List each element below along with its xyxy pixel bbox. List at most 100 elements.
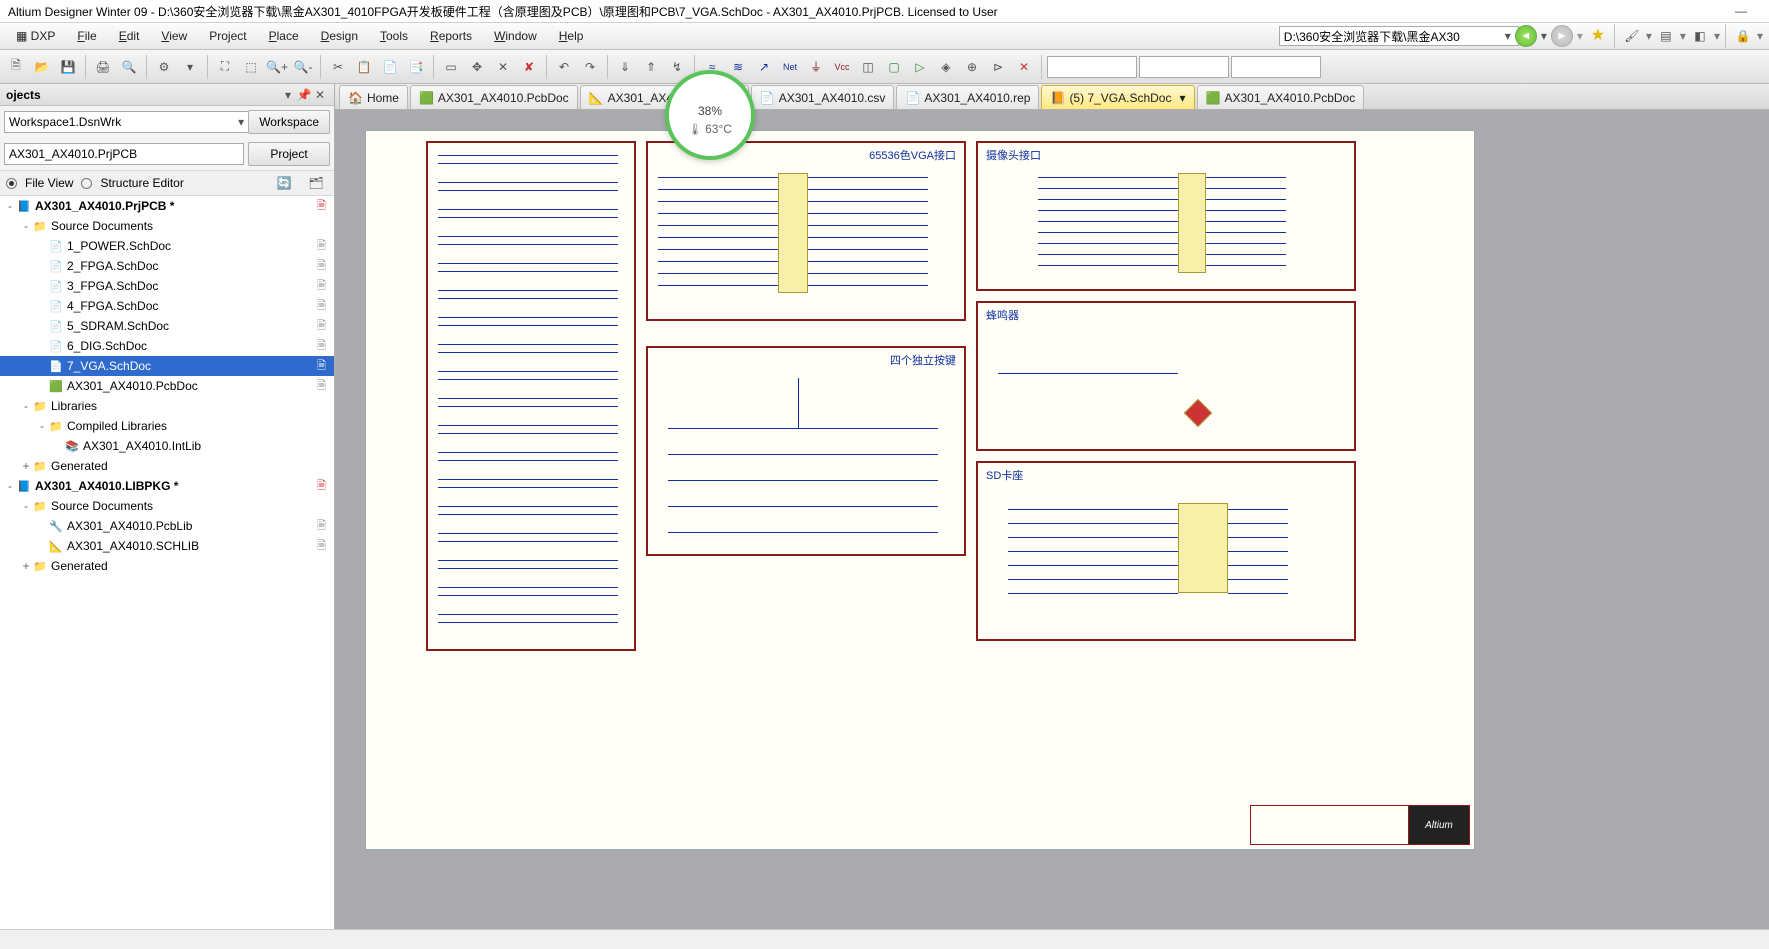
address-dropdown-icon[interactable]: ▾	[1505, 29, 1511, 43]
layers-drop[interactable]: ▾	[1680, 29, 1686, 43]
schematic-canvas[interactable]: 65536色VGA接口 摄像头接口 蜂鸣器	[335, 110, 1769, 929]
save-icon[interactable]: 💾	[56, 55, 80, 79]
part-icon[interactable]: ◫	[856, 55, 880, 79]
tree-item[interactable]: -📘AX301_AX4010.PrjPCB *🗎	[0, 196, 334, 216]
favorite-button[interactable]: ★	[1587, 25, 1609, 47]
document-tab[interactable]: 🏠Home	[339, 85, 408, 109]
paste-icon[interactable]: 📄	[378, 55, 402, 79]
project-tree[interactable]: -📘AX301_AX4010.PrjPCB *🗎-📁Source Documen…	[0, 196, 334, 929]
document-tab[interactable]: 📙(5) 7_VGA.SchDoc▾	[1041, 85, 1194, 109]
palette-drop[interactable]: ▾	[1646, 29, 1652, 43]
menu-view[interactable]: View	[151, 25, 197, 47]
lock-drop[interactable]: ▾	[1757, 29, 1763, 43]
workspace-button[interactable]: Workspace	[248, 110, 330, 134]
deselect-icon[interactable]: ✕	[491, 55, 515, 79]
menu-help[interactable]: Help	[549, 25, 594, 47]
tree-item[interactable]: -📁Source Documents	[0, 216, 334, 236]
tree-item[interactable]: 🔧AX301_AX4010.PcbLib🗎	[0, 516, 334, 536]
bus-entry-icon[interactable]: ↗	[752, 55, 776, 79]
tree-expander-icon[interactable]: -	[4, 199, 16, 213]
select-rect-icon[interactable]: ▭	[439, 55, 463, 79]
undo-icon[interactable]: ↶	[552, 55, 576, 79]
copy-icon[interactable]: 📋	[352, 55, 376, 79]
minimize-button[interactable]: —	[1721, 4, 1761, 18]
tree-item[interactable]: 📚AX301_AX4010.IntLib	[0, 436, 334, 456]
tree-item[interactable]: 🟩AX301_AX4010.PcbDoc🗎	[0, 376, 334, 396]
compile-drop-icon[interactable]: ▾	[178, 55, 202, 79]
tree-item[interactable]: -📘AX301_AX4010.LIBPKG *🗎	[0, 476, 334, 496]
tree-item[interactable]: -📁Libraries	[0, 396, 334, 416]
net-label-icon[interactable]: Net	[778, 55, 802, 79]
document-tab[interactable]: 🟩AX301_AX4010.PcbDoc	[1197, 85, 1365, 109]
harness-icon[interactable]: ⊕	[960, 55, 984, 79]
document-tab[interactable]: 🟩AX301_AX4010.PcbDoc	[410, 85, 578, 109]
palette-icon[interactable]: 🖌	[1620, 24, 1644, 48]
document-tab[interactable]: 📄AX301_AX4010.rep	[896, 85, 1039, 109]
file-view-radio[interactable]	[6, 178, 17, 189]
move-icon[interactable]: ✥	[465, 55, 489, 79]
menu-dxp[interactable]: ▦ DXP	[6, 25, 65, 47]
workspace-input[interactable]	[4, 111, 252, 133]
address-input[interactable]	[1279, 26, 1519, 46]
menu-design[interactable]: Design	[311, 25, 368, 47]
panel-close-icon[interactable]: ✕	[312, 88, 328, 102]
hierarchy-down-icon[interactable]: ⇓	[613, 55, 637, 79]
toolbar-dropdown-1[interactable]	[1047, 56, 1137, 78]
layers-icon[interactable]: ▤	[1654, 24, 1678, 48]
tree-item[interactable]: +📁Generated	[0, 556, 334, 576]
panel-refresh-icon[interactable]: 🔄	[272, 171, 296, 195]
cross-probe-icon[interactable]: ↯	[665, 55, 689, 79]
redo-icon[interactable]: ↷	[578, 55, 602, 79]
zoom-select-icon[interactable]: ⬚	[239, 55, 263, 79]
tree-item[interactable]: -📁Compiled Libraries	[0, 416, 334, 436]
structure-editor-radio[interactable]	[81, 178, 92, 189]
document-tab[interactable]: 📄AX301_AX4010.csv	[751, 85, 895, 109]
menu-edit[interactable]: Edit	[109, 25, 150, 47]
zoom-in-icon[interactable]: 🔍+	[265, 55, 289, 79]
mode-drop[interactable]: ▾	[1714, 29, 1720, 43]
nav-forward-button[interactable]: ►	[1551, 25, 1573, 47]
mode-icon[interactable]: ◧	[1688, 24, 1712, 48]
lock-icon[interactable]: 🔒	[1731, 24, 1755, 48]
tree-expander-icon[interactable]: -	[20, 219, 32, 233]
toolbar-dropdown-2[interactable]	[1139, 56, 1229, 78]
tree-item[interactable]: 📄6_DIG.SchDoc🗎	[0, 336, 334, 356]
menu-project[interactable]: Project	[199, 25, 256, 47]
clear-icon[interactable]: ✘	[517, 55, 541, 79]
tree-expander-icon[interactable]: +	[20, 459, 32, 473]
menu-tools[interactable]: Tools	[370, 25, 418, 47]
tree-item[interactable]: 📄5_SDRAM.SchDoc🗎	[0, 316, 334, 336]
panel-options-icon[interactable]: 🗂	[304, 171, 328, 195]
menu-window[interactable]: Window	[484, 25, 547, 47]
nav-back-button[interactable]: ◄	[1515, 25, 1537, 47]
tree-item[interactable]: 📄3_FPGA.SchDoc🗎	[0, 276, 334, 296]
print-icon[interactable]: 🖨	[91, 55, 115, 79]
new-icon[interactable]: 🗎	[4, 55, 28, 79]
port-icon[interactable]: ⊳	[986, 55, 1010, 79]
gnd-icon[interactable]: ⏚	[804, 55, 828, 79]
tree-item[interactable]: -📁Source Documents	[0, 496, 334, 516]
device-sheet-icon[interactable]: ◈	[934, 55, 958, 79]
hierarchy-up-icon[interactable]: ⇑	[639, 55, 663, 79]
no-erc-icon[interactable]: ✕	[1012, 55, 1036, 79]
zoom-out-icon[interactable]: 🔍-	[291, 55, 315, 79]
tree-item[interactable]: 📄2_FPGA.SchDoc🗎	[0, 256, 334, 276]
vcc-icon[interactable]: Vcc	[830, 55, 854, 79]
panel-menu-icon[interactable]: ▾	[280, 88, 296, 102]
tree-expander-icon[interactable]: -	[36, 419, 48, 433]
tree-item[interactable]: +📁Generated	[0, 456, 334, 476]
sheet-symbol-icon[interactable]: ▢	[882, 55, 906, 79]
rubber-stamp-icon[interactable]: 📑	[404, 55, 428, 79]
tree-item[interactable]: 📐AX301_AX4010.SCHLIB🗎	[0, 536, 334, 556]
tree-expander-icon[interactable]: -	[20, 399, 32, 413]
project-button[interactable]: Project	[248, 142, 330, 166]
tree-expander-icon[interactable]: -	[20, 499, 32, 513]
zoom-fit-icon[interactable]: ⛶	[213, 55, 237, 79]
preview-icon[interactable]: 🔍	[117, 55, 141, 79]
project-input[interactable]	[4, 143, 244, 165]
sheet-entry-icon[interactable]: ▷	[908, 55, 932, 79]
tab-dropdown-icon[interactable]: ▾	[1179, 91, 1185, 105]
toolbar-dropdown-3[interactable]	[1231, 56, 1321, 78]
tree-item[interactable]: 📄4_FPGA.SchDoc🗎	[0, 296, 334, 316]
cut-icon[interactable]: ✂	[326, 55, 350, 79]
